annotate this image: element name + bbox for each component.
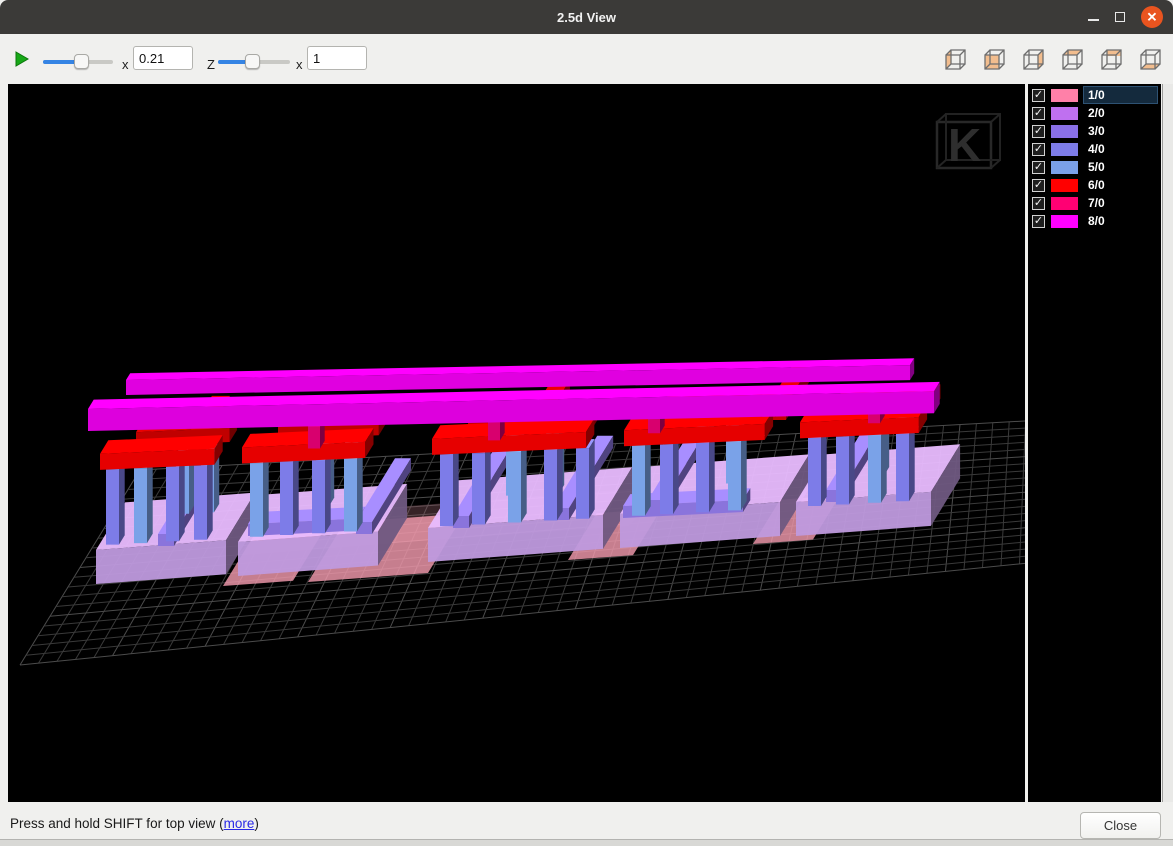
cube-front-face-icon xyxy=(982,47,1007,72)
z-scale-slider[interactable] xyxy=(218,54,290,70)
x-scale-input[interactable] xyxy=(133,46,193,70)
close-icon: ✕ xyxy=(1141,6,1163,28)
more-link[interactable]: more xyxy=(224,816,255,831)
layer-list-panel: ✓ 1/0 ✓ 2/0 ✓ 3/0 ✓ 4/0 ✓ 5/0 ✓ 6/0 ✓ 7/0 ✓ 8/0 xyxy=(1028,84,1161,802)
layer-row-6-0[interactable]: ✓ 6/0 xyxy=(1028,176,1161,194)
layer-row-5-0[interactable]: ✓ 5/0 xyxy=(1028,158,1161,176)
layer-row-1-0[interactable]: ✓ 1/0 xyxy=(1028,86,1161,104)
layer-color-swatch[interactable] xyxy=(1051,143,1078,156)
left-view-button[interactable] xyxy=(942,46,968,72)
layer-name-label: 2/0 xyxy=(1083,104,1158,122)
dialog-2-5d-view: 2.5d View ✕ x Z x xyxy=(0,0,1173,846)
main-area: K ✓ 1/0 ✓ 2/0 ✓ 3/0 ✓ 4/0 ✓ 5/0 ✓ 6/0 ✓ 7/0 ✓ 8/0 xyxy=(0,84,1173,802)
z-scale-label: Z xyxy=(207,57,215,72)
layer-color-swatch[interactable] xyxy=(1051,125,1078,138)
layer-color-swatch[interactable] xyxy=(1051,179,1078,192)
layer-color-swatch[interactable] xyxy=(1051,107,1078,120)
minimize-button[interactable] xyxy=(1088,13,1099,21)
cube-bottom-face-icon xyxy=(1138,47,1163,72)
z-scale-input[interactable] xyxy=(307,46,367,70)
svg-text:K: K xyxy=(948,119,981,171)
window-title: 2.5d View xyxy=(557,10,616,25)
layer-visibility-checkbox[interactable]: ✓ xyxy=(1032,161,1045,174)
layer-name-label: 6/0 xyxy=(1083,176,1158,194)
right-view-button[interactable] xyxy=(1020,46,1046,72)
maximize-icon xyxy=(1115,12,1125,22)
titlebar: 2.5d View ✕ xyxy=(0,0,1173,34)
layer-visibility-checkbox[interactable]: ✓ xyxy=(1032,107,1045,120)
play-animation-button[interactable] xyxy=(14,51,30,67)
klayout-watermark: K xyxy=(937,114,1000,171)
minimize-icon xyxy=(1088,19,1099,21)
layer-visibility-checkbox[interactable]: ✓ xyxy=(1032,89,1045,102)
3d-viewport[interactable]: K xyxy=(8,84,1025,802)
close-window-button[interactable]: ✕ xyxy=(1141,6,1163,28)
layer-name-label: 8/0 xyxy=(1083,212,1158,230)
layer-name-label: 5/0 xyxy=(1083,158,1158,176)
layer-row-7-0[interactable]: ✓ 7/0 xyxy=(1028,194,1161,212)
z-scale-prefix-label: x xyxy=(296,57,303,72)
layer-color-swatch[interactable] xyxy=(1051,89,1078,102)
x-scale-prefix-label: x xyxy=(122,57,129,72)
cube-top-face-icon xyxy=(1060,47,1085,72)
cube-left-face-icon xyxy=(943,47,968,72)
slider-handle[interactable] xyxy=(74,54,89,69)
layer-color-swatch[interactable] xyxy=(1051,215,1078,228)
layer-color-swatch[interactable] xyxy=(1051,197,1078,210)
play-icon xyxy=(14,51,30,67)
layer-row-8-0[interactable]: ✓ 8/0 xyxy=(1028,212,1161,230)
layer-color-swatch[interactable] xyxy=(1051,161,1078,174)
3d-scene[interactable]: K xyxy=(8,84,1025,802)
layer-row-3-0[interactable]: ✓ 3/0 xyxy=(1028,122,1161,140)
statusbar: Press and hold SHIFT for top view (more)… xyxy=(0,802,1173,846)
x-scale-slider[interactable] xyxy=(43,54,113,70)
layer-name-label: 4/0 xyxy=(1083,140,1158,158)
bottom-view-button[interactable] xyxy=(1137,46,1163,72)
layer-visibility-checkbox[interactable]: ✓ xyxy=(1032,215,1045,228)
shift-hint-text: Press and hold SHIFT for top view (more) xyxy=(10,816,259,831)
layer-row-4-0[interactable]: ✓ 4/0 xyxy=(1028,140,1161,158)
back-view-button[interactable] xyxy=(1098,46,1124,72)
layer-visibility-checkbox[interactable]: ✓ xyxy=(1032,197,1045,210)
close-dialog-button[interactable]: Close xyxy=(1080,812,1161,839)
slider-handle[interactable] xyxy=(245,54,260,69)
window-controls: ✕ xyxy=(1088,0,1163,34)
layer-visibility-checkbox[interactable]: ✓ xyxy=(1032,179,1045,192)
layer-row-2-0[interactable]: ✓ 2/0 xyxy=(1028,104,1161,122)
layer-name-label: 7/0 xyxy=(1083,194,1158,212)
background-window-bottom xyxy=(0,839,1173,846)
background-window-edge xyxy=(1162,84,1173,802)
top-view-button[interactable] xyxy=(1059,46,1085,72)
cube-right-face-icon xyxy=(1021,47,1046,72)
layer-name-label: 1/0 xyxy=(1083,86,1158,104)
view-orientation-buttons xyxy=(942,46,1163,72)
maximize-button[interactable] xyxy=(1115,12,1125,22)
front-view-button[interactable] xyxy=(981,46,1007,72)
layer-visibility-checkbox[interactable]: ✓ xyxy=(1032,143,1045,156)
layer-name-label: 3/0 xyxy=(1083,122,1158,140)
layer-visibility-checkbox[interactable]: ✓ xyxy=(1032,125,1045,138)
cube-back-face-icon xyxy=(1099,47,1124,72)
toolbar: x Z x xyxy=(0,34,1173,84)
